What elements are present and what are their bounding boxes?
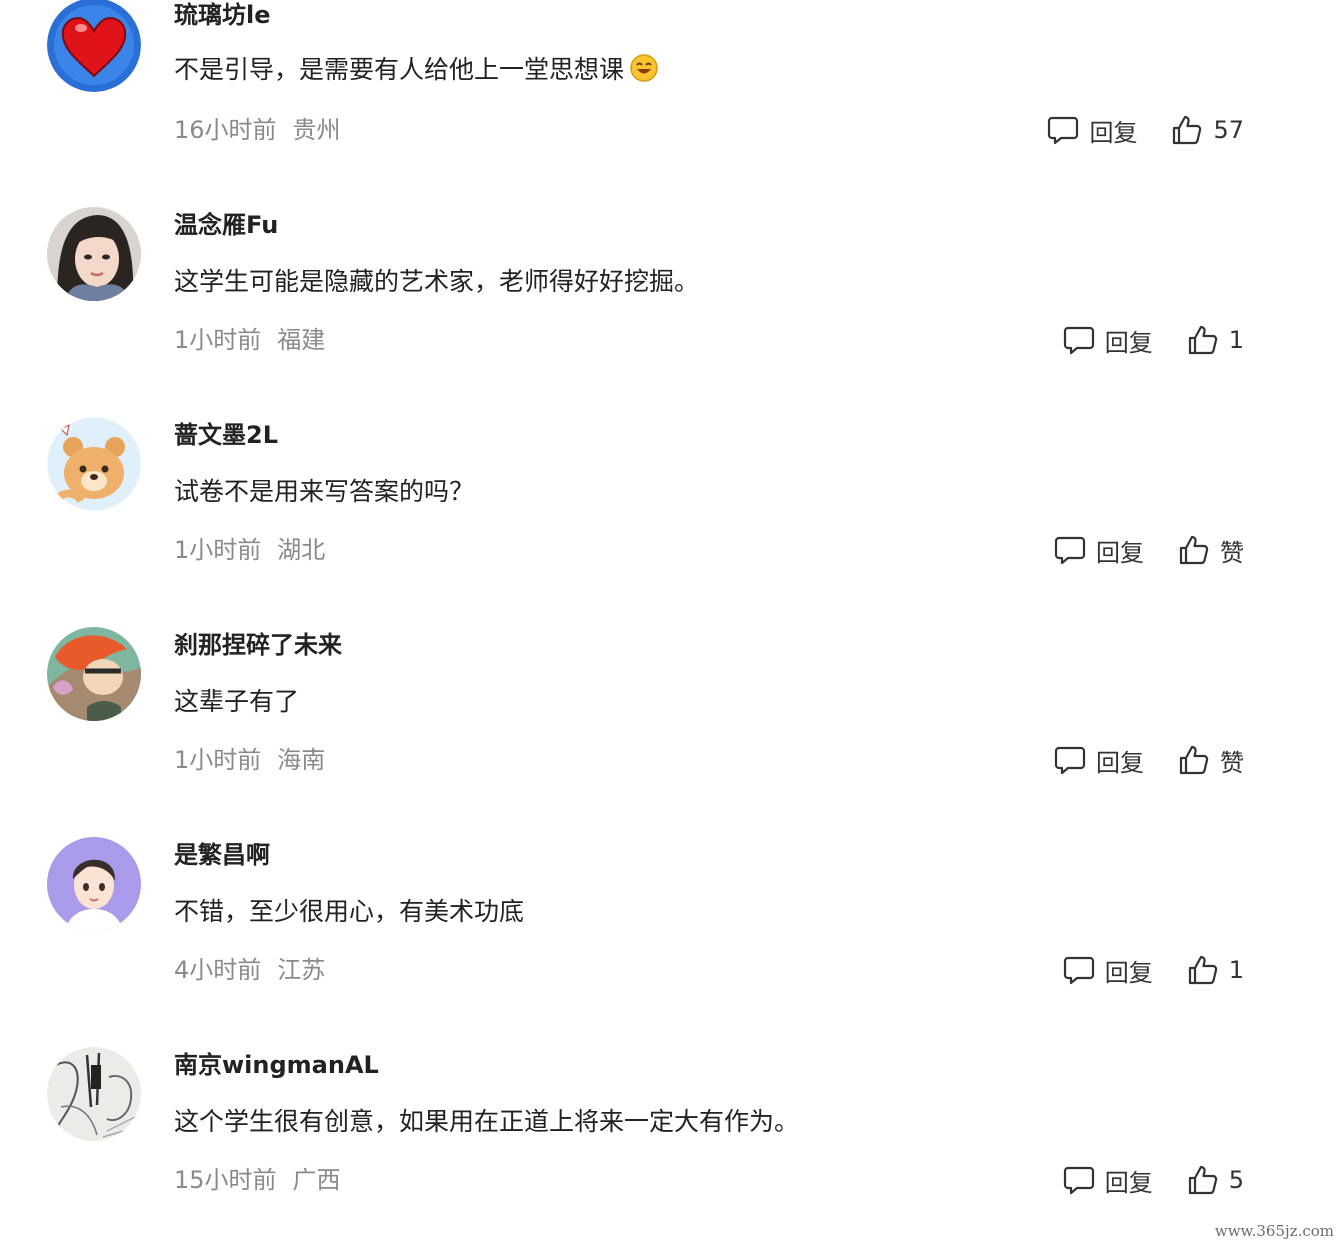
username[interactable]: 蔷文墨2L — [174, 420, 278, 450]
smiley-emoji-icon — [630, 54, 658, 91]
comment-actions: 回复 1 — [1063, 322, 1244, 358]
comment-text: 这个学生很有创意，如果用在正道上将来一定大有作为。 — [174, 1107, 800, 1136]
comment-text: 试卷不是用来写答案的吗？ — [174, 477, 475, 506]
reply-label: 回复 — [1104, 328, 1153, 357]
comment-time: 1小时前 — [174, 746, 262, 774]
anime-character-avatar-icon — [47, 627, 141, 721]
comment-meta: 4小时前 江苏 — [174, 955, 325, 985]
comment-item: 是繁昌啊 不错，至少很用心，有美术功底 4小时前 江苏 回复 1 — [0, 837, 1342, 1050]
like-count: 1 — [1228, 326, 1244, 354]
manga-sketch-avatar-icon — [47, 1047, 141, 1141]
comment-actions: 回复 57 — [1047, 112, 1244, 148]
comment-meta: 1小时前 福建 — [174, 325, 325, 355]
comment-bubble-icon — [1054, 536, 1086, 565]
like-count: 赞 — [1220, 748, 1244, 777]
thumbs-up-icon — [1188, 325, 1217, 355]
comment-text: 不是引导，是需要有人给他上一堂思想课 — [174, 53, 658, 91]
like-count: 57 — [1213, 116, 1244, 144]
comment-location: 湖北 — [277, 536, 326, 564]
comment-bubble-icon — [1048, 116, 1079, 145]
thumbs-up-icon — [1179, 535, 1209, 565]
comment-list: 琉璃坊le 不是引导，是需要有人给他上一堂思想课 16小时前贵州 回复 57 — [0, 0, 1342, 1250]
thumbs-up-icon — [1188, 955, 1217, 985]
reply-label: 回复 — [1096, 748, 1144, 777]
like-count: 赞 — [1220, 538, 1244, 567]
comment-item: 刹那捏碎了未来 这辈子有了 1小时前 海南 回复 赞 — [0, 627, 1342, 840]
comment-location: 广西 — [292, 1166, 341, 1194]
reply-button[interactable]: 回复 — [1054, 743, 1144, 778]
reply-button[interactable]: 回复 — [1047, 113, 1137, 148]
comment-text: 这学生可能是隐藏的艺术家，老师得好好挖掘。 — [174, 267, 700, 296]
comment-text: 不错，至少很用心，有美术功底 — [174, 897, 525, 926]
comment-item: 蔷文墨2L 试卷不是用来写答案的吗？ 1小时前 湖北 回复 赞 — [0, 417, 1342, 630]
avatar[interactable] — [47, 0, 141, 92]
reply-label: 回复 — [1096, 538, 1144, 567]
comment-meta: 16小时前 贵州 — [174, 115, 341, 145]
like-count: 5 — [1228, 1166, 1244, 1194]
thumbs-up-icon — [1188, 1165, 1217, 1195]
username[interactable]: 刹那捏碎了未来 — [174, 630, 342, 660]
comment-actions: 回复 5 — [1063, 1162, 1244, 1198]
comment-location: 福建 — [277, 326, 326, 354]
comment-bubble-icon — [1063, 326, 1094, 355]
comment-time: 1小时前 — [174, 326, 262, 354]
thumbs-up-icon — [1179, 745, 1209, 775]
username[interactable]: 南京wingmanAL — [174, 1050, 379, 1080]
like-count: 1 — [1228, 956, 1244, 984]
comment-item: 南京wingmanAL 这个学生很有创意，如果用在正道上将来一定大有作为。 15… — [0, 1047, 1342, 1260]
reply-button[interactable]: 回复 — [1063, 323, 1153, 358]
avatar[interactable] — [47, 417, 141, 511]
reply-button[interactable]: 回复 — [1054, 533, 1144, 568]
comment-location: 贵州 — [292, 116, 341, 144]
comment-meta: 1小时前 湖北 — [174, 535, 325, 565]
comment-item: 温念雁Fu 这学生可能是隐藏的艺术家，老师得好好挖掘。 1小时前 福建 回复 1 — [0, 207, 1342, 420]
comment-location: 江苏 — [277, 956, 326, 984]
comment-text: 这辈子有了 — [174, 687, 300, 716]
like-button[interactable]: 5 — [1187, 1164, 1244, 1196]
reply-label: 回复 — [1104, 958, 1153, 987]
avatar[interactable] — [47, 1047, 141, 1141]
like-button[interactable]: 57 — [1171, 114, 1244, 146]
like-button[interactable]: 1 — [1187, 954, 1244, 986]
avatar[interactable] — [47, 837, 141, 931]
comment-time: 15小时前 — [174, 1166, 277, 1194]
comment-item: 琉璃坊le 不是引导，是需要有人给他上一堂思想课 16小时前 贵州 回复 57 — [0, 0, 1342, 210]
avatar[interactable] — [47, 207, 141, 301]
avatar[interactable] — [47, 627, 141, 721]
thumbs-up-icon — [1173, 115, 1202, 145]
reply-label: 回复 — [1104, 1168, 1153, 1197]
username[interactable]: 温念雁Fu — [174, 210, 278, 240]
comment-text-body: 不是引导，是需要有人给他上一堂思想课 — [174, 55, 625, 84]
like-button[interactable]: 赞 — [1178, 743, 1244, 778]
comment-meta: 1小时前 海南 — [174, 745, 325, 775]
username[interactable]: 琉璃坊le — [174, 0, 271, 30]
reply-label: 回复 — [1089, 118, 1138, 147]
watermark: www.365jz.com — [1214, 1222, 1334, 1240]
comment-actions: 回复 1 — [1063, 952, 1244, 988]
comment-location: 海南 — [277, 746, 326, 774]
comment-time: 1小时前 — [174, 536, 262, 564]
reply-button[interactable]: 回复 — [1063, 953, 1153, 988]
reply-button[interactable]: 回复 — [1063, 1163, 1153, 1198]
username[interactable]: 是繁昌啊 — [174, 840, 270, 870]
comment-bubble-icon — [1054, 746, 1086, 775]
comment-time: 16小时前 — [174, 116, 277, 144]
woman-photo-avatar-icon — [47, 207, 141, 301]
comment-time: 4小时前 — [174, 956, 262, 984]
comment-actions: 回复 赞 — [1054, 742, 1244, 778]
red-heart-avatar-icon — [47, 0, 141, 92]
cartoon-bear-avatar-icon — [47, 417, 141, 511]
comment-meta: 15小时前 广西 — [174, 1165, 341, 1195]
comment-actions: 回复 赞 — [1054, 532, 1244, 568]
like-button[interactable]: 1 — [1187, 324, 1244, 356]
cartoon-boy-avatar-icon — [47, 837, 141, 931]
like-button[interactable]: 赞 — [1178, 533, 1244, 568]
comment-bubble-icon — [1063, 1166, 1094, 1195]
comment-bubble-icon — [1063, 956, 1094, 985]
